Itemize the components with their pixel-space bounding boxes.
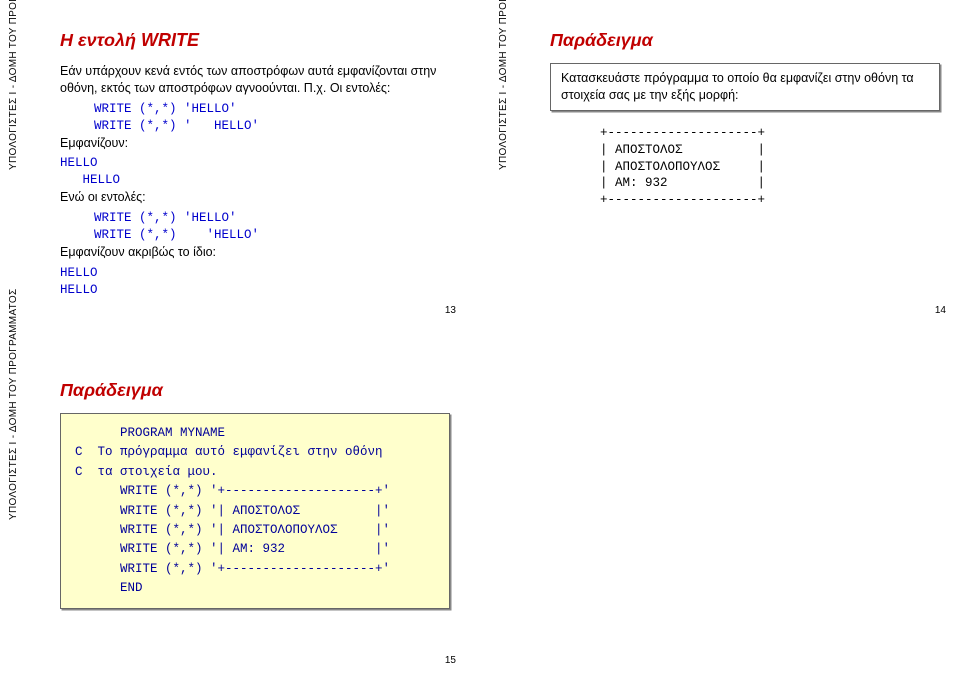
- expected-output: +--------------------+ | ΑΠΟΣΤΟΛΟΣ | | Α…: [600, 125, 940, 209]
- side-label: ΥΠΟΛΟΓΙΣΤΕΣ Ι - ΔΟΜΗ ΤΟΥ ΠΡΟΓΡΑΜΜΑΤΟΣ: [8, 289, 19, 520]
- output-3: HELLO: [60, 265, 450, 282]
- intro-text: Εάν υπάρχουν κενά εντός των αποστρόφων α…: [60, 63, 450, 97]
- task-description-box: Κατασκευάστε πρόγραμμα το οποίο θα εμφαν…: [550, 63, 940, 111]
- slide-14: ΥΠΟΛΟΓΙΣΤΕΣ Ι - ΔΟΜΗ ΤΟΥ ΠΡΟΓΡΑΜΜΑΤΟΣ Πα…: [500, 20, 960, 320]
- page-number: 13: [445, 305, 456, 316]
- slide-14-content: Παράδειγμα Κατασκευάστε πρόγραμμα το οπο…: [550, 30, 940, 209]
- source-code-box: PROGRAM MYNAME C Το πρόγραμμα αυτό εμφαν…: [60, 413, 450, 609]
- slide-13-content: Η εντολή WRITE Εάν υπάρχουν κενά εντός τ…: [60, 30, 450, 298]
- side-label: ΥΠΟΛΟΓΙΣΤΕΣ Ι - ΔΟΜΗ ΤΟΥ ΠΡΟΓΡΑΜΜΑΤΟΣ: [498, 0, 509, 170]
- slide-13: ΥΠΟΛΟΓΙΣΤΕΣ Ι - ΔΟΜΗ ΤΟΥ ΠΡΟΓΡΑΜΜΑΤΟΣ Η …: [10, 20, 470, 320]
- slide-13-title: Η εντολή WRITE: [60, 30, 450, 51]
- slide-14-title: Παράδειγμα: [550, 30, 940, 51]
- code-line-2: WRITE (*,*) ' HELLO': [60, 118, 450, 135]
- displays-label-2: Εμφανίζουν ακριβώς το ίδιο:: [60, 244, 450, 261]
- slide-15: ΥΠΟΛΟΓΙΣΤΕΣ Ι - ΔΟΜΗ ΤΟΥ ΠΡΟΓΡΑΜΜΑΤΟΣ Πα…: [10, 370, 470, 670]
- slide-15-title: Παράδειγμα: [60, 380, 450, 401]
- while-label: Ενώ οι εντολές:: [60, 189, 450, 206]
- displays-label-1: Εμφανίζουν:: [60, 135, 450, 152]
- code-line-1: WRITE (*,*) 'HELLO': [60, 101, 450, 118]
- page-number: 14: [935, 305, 946, 316]
- side-label: ΥΠΟΛΟΓΙΣΤΕΣ Ι - ΔΟΜΗ ΤΟΥ ΠΡΟΓΡΑΜΜΑΤΟΣ: [8, 0, 19, 170]
- page-number: 15: [445, 655, 456, 666]
- code-line-3: WRITE (*,*) 'HELLO': [60, 210, 450, 227]
- slide-15-content: Παράδειγμα PROGRAM MYNAME C Το πρόγραμμα…: [60, 380, 450, 609]
- output-1: HELLO: [60, 155, 450, 172]
- output-4: HELLO: [60, 282, 450, 299]
- output-2: HELLO: [60, 172, 450, 189]
- code-line-4: WRITE (*,*) 'HELLO': [60, 227, 450, 244]
